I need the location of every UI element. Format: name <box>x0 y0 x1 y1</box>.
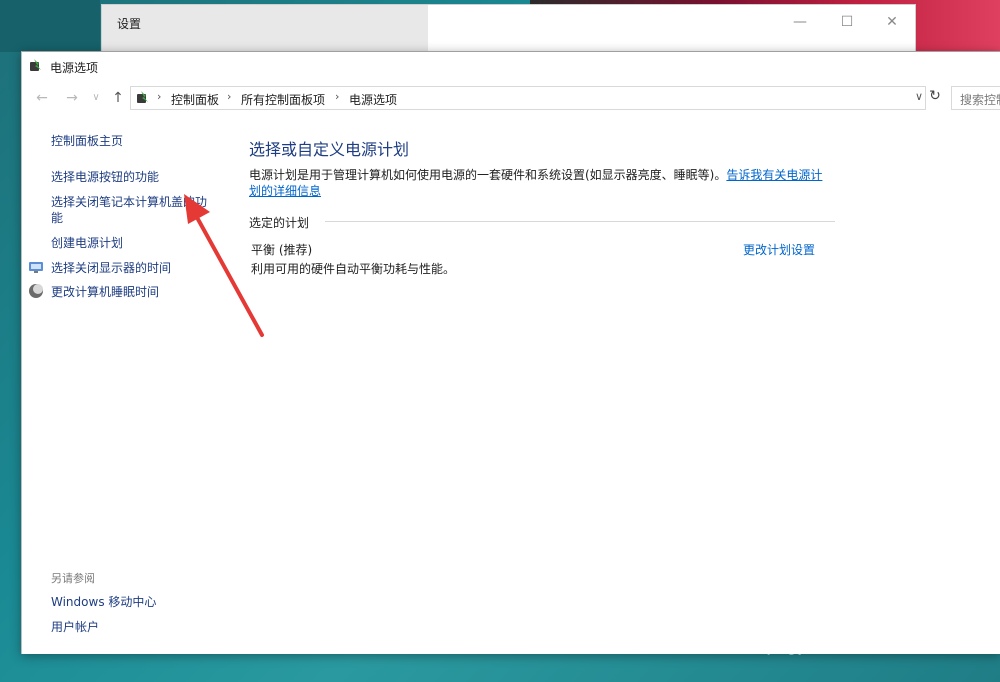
settings-window[interactable]: 设置 — ☐ ✕ <box>101 4 916 54</box>
baidu-jingyan-watermark: Bai du 经验 jingyan.baidu.com <box>765 570 995 665</box>
breadcrumb-separator-icon: › <box>227 90 232 103</box>
refresh-icon[interactable]: ↻ <box>927 88 943 106</box>
window-title: 电源选项 <box>50 61 99 75</box>
power-button-function-link[interactable]: 选择电源按钮的功能 <box>51 169 159 185</box>
breadcrumb-control-panel[interactable]: 控制面板 <box>171 91 219 108</box>
display-shield-icon <box>29 262 43 273</box>
power-options-icon <box>30 59 41 71</box>
lid-close-function-link-wrap[interactable]: 能 <box>51 210 63 226</box>
plan-description: 利用可用的硬件自动平衡功耗与性能。 <box>251 262 456 276</box>
display-off-time-link[interactable]: 选择关闭显示器的时间 <box>51 260 171 276</box>
sleep-moon-icon <box>29 284 43 298</box>
search-input[interactable]: 搜索控制 <box>951 86 1000 110</box>
power-options-icon <box>137 91 148 103</box>
power-options-window: 电源选项 ← → ∨ ↑ › 控制面板 › 所有控制面板项 › 电源选项 ∨ ↻… <box>21 51 1000 654</box>
forward-arrow-icon[interactable]: → <box>64 90 80 106</box>
page-title: 选择或自定义电源计划 <box>249 140 410 159</box>
breadcrumb-all-items[interactable]: 所有控制面板项 <box>241 91 325 108</box>
chevron-down-icon[interactable]: ∨ <box>915 90 923 103</box>
see-also-label: 另请参阅 <box>51 572 95 585</box>
sleep-time-link[interactable]: 更改计算机睡眠时间 <box>51 284 159 300</box>
annotation-arrow <box>184 194 264 337</box>
address-bar[interactable]: › 控制面板 › 所有控制面板项 › 电源选项 ∨ <box>130 86 926 110</box>
desktop-background <box>0 0 100 52</box>
create-power-plan-link[interactable]: 创建电源计划 <box>51 235 123 251</box>
user-accounts-link[interactable]: 用户帐户 <box>51 619 99 635</box>
settings-sidebar <box>102 5 428 53</box>
up-arrow-icon[interactable]: ↑ <box>110 90 126 106</box>
change-plan-settings-link[interactable]: 更改计划设置 <box>743 241 815 258</box>
section-divider <box>325 221 835 222</box>
control-panel-home-link[interactable]: 控制面板主页 <box>51 133 123 149</box>
recent-locations-icon[interactable]: ∨ <box>88 90 104 106</box>
navigation-bar: ← → ∨ ↑ › 控制面板 › 所有控制面板项 › 电源选项 ∨ ↻ 搜索控制 <box>22 84 1000 112</box>
watermark-text: Bai du 经验 <box>765 596 975 636</box>
main-content: 选择或自定义电源计划 电源计划是用于管理计算机如何使用电源的一套硬件和系统设置(… <box>249 114 849 514</box>
breadcrumb-separator-icon: › <box>157 90 162 103</box>
settings-window-title: 设置 <box>117 17 142 31</box>
close-button[interactable]: ✕ <box>882 13 902 31</box>
page-description: 电源计划是用于管理计算机如何使用电源的一套硬件和系统设置(如显示器亮度、睡眠等)… <box>249 167 839 199</box>
watermark-url: jingyan.baidu.com <box>768 636 916 655</box>
breadcrumb-separator-icon: › <box>335 90 340 103</box>
back-arrow-icon[interactable]: ← <box>34 90 50 106</box>
description-text: 电源计划是用于管理计算机如何使用电源的一套硬件和系统设置(如显示器亮度、睡眠等)… <box>249 168 727 182</box>
maximize-button[interactable]: ☐ <box>837 13 857 31</box>
title-bar[interactable]: 电源选项 <box>22 52 1000 82</box>
windows-mobility-center-link[interactable]: Windows 移动中心 <box>51 594 156 610</box>
breadcrumb-power-options[interactable]: 电源选项 <box>349 91 397 108</box>
learn-more-link[interactable]: 告诉我有关电源计 <box>726 168 822 182</box>
minimize-button[interactable]: — <box>790 13 810 31</box>
